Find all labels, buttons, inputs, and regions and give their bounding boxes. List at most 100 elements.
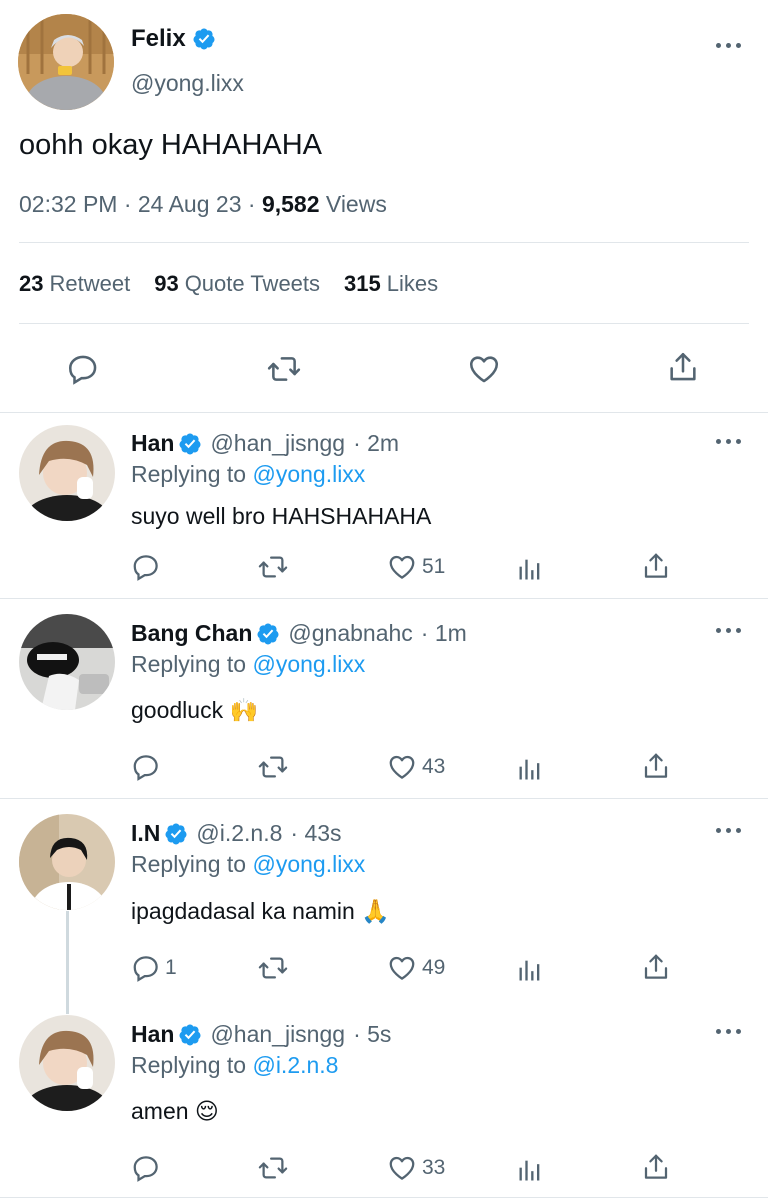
more-icon[interactable] <box>716 437 742 447</box>
author-name[interactable]: Bang Chan <box>131 620 252 647</box>
like-icon <box>386 752 418 782</box>
retweet-button[interactable] <box>256 752 290 782</box>
likes-stat[interactable]: 315 Likes <box>344 271 438 297</box>
retweets-stat[interactable]: 23 Retweet <box>19 271 130 297</box>
retweet-button[interactable] <box>256 953 290 983</box>
author-handle[interactable]: @han_jisngg <box>210 430 345 457</box>
like-count: 49 <box>422 956 446 979</box>
tweet-meta: 02:32 PM · 24 Aug 23 · 9,582 Views <box>19 191 387 218</box>
like-button[interactable]: 51 <box>386 552 445 582</box>
avatar[interactable] <box>19 814 115 910</box>
like-icon <box>386 552 418 582</box>
like-button[interactable]: 43 <box>386 752 445 782</box>
views-label: Views <box>319 191 387 217</box>
share-icon <box>641 952 671 982</box>
more-icon[interactable] <box>716 826 742 836</box>
author-handle[interactable]: @han_jisngg <box>210 1021 345 1048</box>
replying-to-link[interactable]: @yong.lixx <box>252 461 365 487</box>
replying-to: Replying to @yong.lixx <box>131 851 366 877</box>
share-button[interactable] <box>641 551 671 581</box>
author-name[interactable]: Han <box>131 1021 174 1048</box>
quotes-stat[interactable]: 93 Quote Tweets <box>154 271 320 297</box>
divider <box>19 242 749 243</box>
reply-button[interactable] <box>131 552 165 582</box>
author-handle[interactable]: @yong.lixx <box>131 70 244 97</box>
share-button[interactable] <box>666 350 700 384</box>
reply-icon <box>131 752 161 782</box>
analytics-button[interactable] <box>516 1156 544 1184</box>
reply-icon <box>66 352 100 386</box>
reply-count: 1 <box>165 956 177 979</box>
like-button[interactable]: 33 <box>386 1153 445 1183</box>
author-handle[interactable]: @i.2.n.8 <box>196 820 282 847</box>
verified-badge-icon <box>178 1023 202 1047</box>
retweet-icon <box>266 352 302 386</box>
verified-badge-icon <box>164 822 188 846</box>
avatar[interactable] <box>18 14 114 110</box>
share-icon <box>641 1152 671 1182</box>
more-icon[interactable] <box>716 1027 742 1037</box>
replying-to: Replying to @yong.lixx <box>131 651 366 677</box>
share-button[interactable] <box>641 952 671 982</box>
like-icon <box>466 352 502 386</box>
author-handle[interactable]: @gnabnahc <box>288 620 412 647</box>
tweet-text: goodluck 🙌 <box>131 697 259 723</box>
avatar[interactable] <box>19 1015 115 1111</box>
reply-icon <box>131 552 161 582</box>
retweet-icon <box>256 552 290 582</box>
analytics-button[interactable] <box>516 956 544 984</box>
views-count: 9,582 <box>261 191 320 217</box>
timestamp[interactable]: · 43s <box>290 820 341 847</box>
avatar[interactable] <box>19 425 115 521</box>
share-button[interactable] <box>641 751 671 781</box>
reply-icon <box>131 1153 161 1183</box>
avatar[interactable] <box>19 614 115 710</box>
reply-button[interactable] <box>131 1153 165 1183</box>
more-icon[interactable] <box>716 41 742 51</box>
more-icon[interactable] <box>716 626 742 636</box>
like-count: 51 <box>422 555 446 578</box>
like-count: 43 <box>422 755 446 778</box>
replying-to-link[interactable]: @yong.lixx <box>252 851 365 877</box>
tweet-text: amen 😌 <box>131 1098 219 1124</box>
reply-header: Han @han_jisngg · 2m <box>131 430 399 457</box>
share-button[interactable] <box>641 1152 671 1182</box>
analytics-button[interactable] <box>516 555 544 583</box>
reply-button[interactable] <box>66 352 100 386</box>
replying-to-link[interactable]: @yong.lixx <box>252 651 365 677</box>
reply-button[interactable]: 1 <box>131 953 177 983</box>
timestamp[interactable]: · 5s <box>353 1021 391 1048</box>
retweet-icon <box>256 752 290 782</box>
author-name[interactable]: Han <box>131 430 174 457</box>
timestamp[interactable]: · 2m <box>353 430 399 457</box>
retweet-button[interactable] <box>266 352 302 386</box>
retweet-button[interactable] <box>256 552 290 582</box>
like-icon <box>386 1153 418 1183</box>
replying-to: Replying to @i.2.n.8 <box>131 1052 339 1078</box>
reply-header: I.N @i.2.n.8 · 43s <box>131 820 342 847</box>
retweet-icon <box>256 953 290 983</box>
replying-to-link[interactable]: @i.2.n.8 <box>252 1052 338 1078</box>
like-button[interactable]: 49 <box>386 953 445 983</box>
analytics-icon <box>516 555 544 583</box>
verified-badge-icon <box>178 432 202 456</box>
analytics-icon <box>516 956 544 984</box>
retweet-button[interactable] <box>256 1153 290 1183</box>
reply-header: Han @han_jisngg · 5s <box>131 1021 391 1048</box>
tweet-text: oohh okay HAHAHAHA <box>19 129 323 161</box>
timestamp[interactable]: 02:32 PM · 24 Aug 23 · <box>19 191 262 217</box>
section-divider <box>0 598 768 599</box>
share-icon <box>641 751 671 781</box>
analytics-icon <box>516 1156 544 1184</box>
verified-badge-icon <box>256 622 280 646</box>
share-icon <box>641 551 671 581</box>
author-name[interactable]: I.N <box>131 820 160 847</box>
author-name-text[interactable]: Felix <box>131 25 186 53</box>
like-count: 33 <box>422 1156 446 1179</box>
analytics-button[interactable] <box>516 755 544 783</box>
like-button[interactable] <box>466 352 502 386</box>
timestamp[interactable]: · 1m <box>421 620 467 647</box>
reply-button[interactable] <box>131 752 165 782</box>
share-icon <box>666 350 700 384</box>
author-name[interactable]: Felix <box>131 25 216 53</box>
